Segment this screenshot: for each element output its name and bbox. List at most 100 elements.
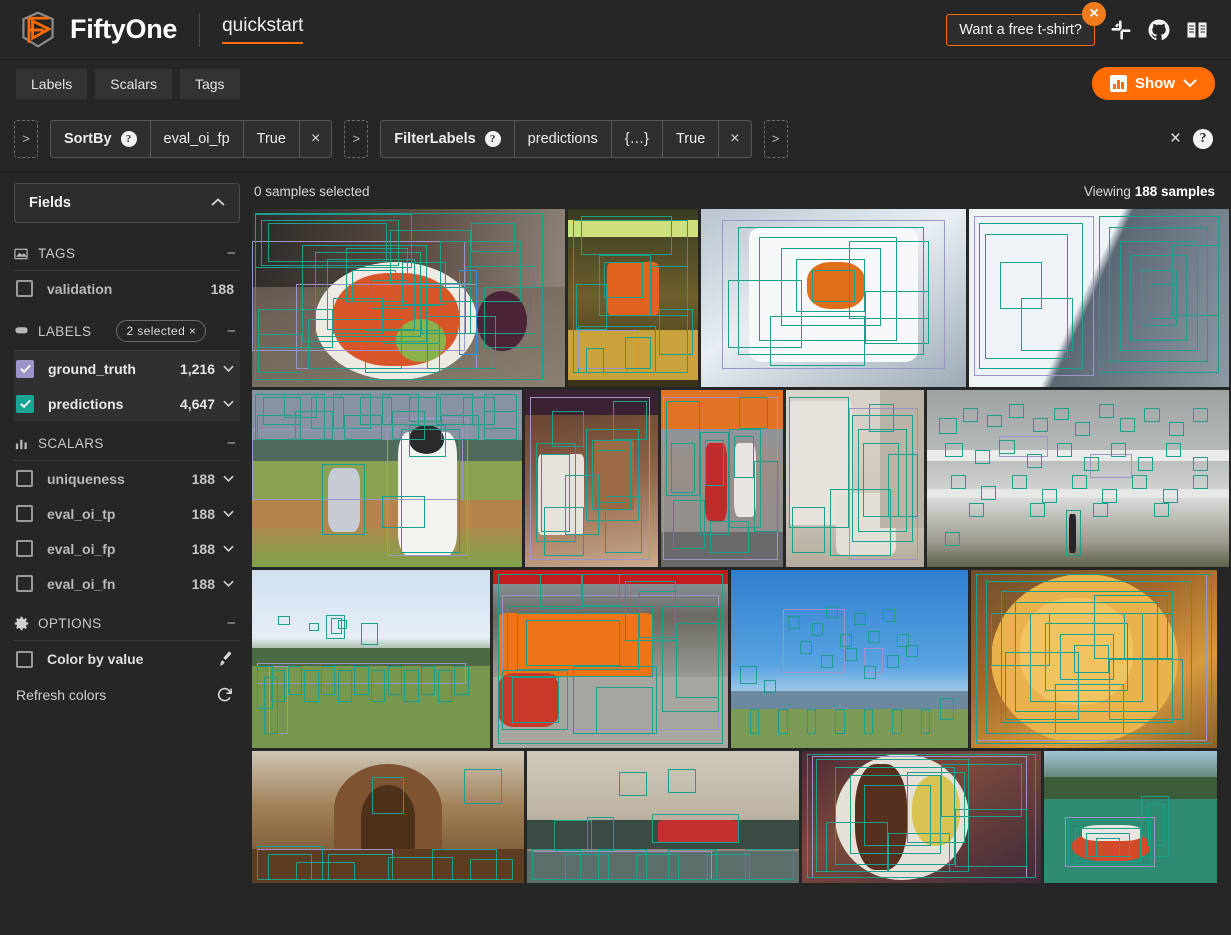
- github-icon[interactable]: [1147, 18, 1171, 42]
- collapse-icon[interactable]: −: [227, 245, 236, 262]
- option-refresh-colors[interactable]: Refresh colors: [14, 677, 240, 713]
- stage-param-only-matches[interactable]: True: [663, 120, 720, 157]
- sidebar-item-eval_oi_fn[interactable]: eval_oi_fn 188: [14, 566, 240, 601]
- sample-tile[interactable]: [252, 570, 490, 748]
- sample-tile[interactable]: [252, 751, 524, 883]
- dataset-name[interactable]: quickstart: [222, 16, 304, 44]
- sidebar-item-label: predictions: [48, 395, 124, 412]
- bar-chart-icon: [1110, 75, 1127, 92]
- sidebar: Fields TAGS − validation 188 LABELS 2 se…: [0, 173, 250, 935]
- stage-delete-icon[interactable]: ×: [719, 121, 750, 157]
- docs-icon[interactable]: [1185, 18, 1209, 42]
- sample-image: [731, 570, 968, 748]
- chevron-down-icon[interactable]: [223, 579, 234, 589]
- add-stage-slot-left[interactable]: >: [14, 119, 38, 158]
- tab-labels[interactable]: Labels: [16, 68, 88, 99]
- stage-param-field[interactable]: eval_oi_fp: [151, 120, 244, 157]
- chevron-down-icon[interactable]: [223, 364, 234, 374]
- refresh-icon[interactable]: [216, 686, 234, 704]
- samples-header: 0 samples selected Viewing 188 samples: [250, 173, 1231, 209]
- view-stage-sortby[interactable]: SortBy ? eval_oi_fp True ×: [50, 119, 333, 158]
- checkbox[interactable]: [16, 505, 33, 522]
- add-stage-slot-middle[interactable]: >: [344, 119, 369, 158]
- sample-tile[interactable]: [661, 390, 783, 567]
- option-label: Refresh colors: [16, 687, 107, 703]
- sample-tile[interactable]: [969, 209, 1229, 387]
- stage-name[interactable]: FilterLabels ?: [381, 120, 515, 157]
- checkbox-checked[interactable]: [16, 394, 34, 413]
- sample-image: [527, 751, 799, 883]
- section-header-options[interactable]: OPTIONS −: [14, 607, 240, 641]
- sample-tile[interactable]: [927, 390, 1229, 567]
- help-icon[interactable]: ?: [484, 130, 501, 147]
- view-stage-filterlabels[interactable]: FilterLabels ? predictions {…} True ×: [380, 119, 752, 158]
- labels-tag-icon: [14, 324, 29, 339]
- option-color-by-value[interactable]: Color by value: [14, 641, 240, 677]
- checkbox[interactable]: [16, 280, 33, 297]
- labels-selected-pill[interactable]: 2 selected ×: [116, 320, 207, 342]
- fields-selector[interactable]: Fields: [14, 183, 240, 223]
- sidebar-item-predictions[interactable]: predictions 4,647: [14, 386, 240, 421]
- chevron-down-icon[interactable]: [223, 399, 234, 409]
- slack-icon[interactable]: [1109, 18, 1133, 42]
- section-title: SCALARS: [38, 436, 104, 451]
- sidebar-item-label: eval_oi_tp: [47, 505, 116, 522]
- section-header-scalars[interactable]: SCALARS −: [14, 427, 240, 461]
- sample-image: [568, 209, 698, 387]
- checkbox[interactable]: [16, 470, 33, 487]
- tab-tags[interactable]: Tags: [179, 68, 240, 99]
- sample-tile[interactable]: [786, 390, 924, 567]
- chevron-down-icon[interactable]: [223, 509, 234, 519]
- viewing-count: Viewing 188 samples: [1084, 184, 1215, 199]
- sidebar-item-validation[interactable]: validation 188: [14, 271, 240, 306]
- fiftyone-logo-icon: [16, 8, 60, 52]
- clear-stages-icon[interactable]: ×: [1170, 129, 1181, 148]
- help-icon[interactable]: ?: [120, 130, 137, 147]
- section-header-labels[interactable]: LABELS 2 selected × −: [14, 312, 240, 351]
- section-header-tags[interactable]: TAGS −: [14, 237, 240, 271]
- collapse-icon[interactable]: −: [227, 615, 236, 632]
- stage-delete-icon[interactable]: ×: [300, 121, 331, 157]
- sample-tile[interactable]: [731, 570, 968, 748]
- sample-image: [701, 209, 966, 387]
- sidebar-item-uniqueness[interactable]: uniqueness 188: [14, 461, 240, 496]
- sample-tile[interactable]: [802, 751, 1041, 883]
- sidebar-item-eval_oi_fp[interactable]: eval_oi_fp 188: [14, 531, 240, 566]
- sample-image: [525, 390, 658, 567]
- free-tshirt-button[interactable]: Want a free t-shirt? ×: [946, 1, 1106, 46]
- paint-brush-icon[interactable]: [216, 650, 234, 668]
- checkbox[interactable]: [16, 650, 33, 668]
- stage-param-reverse[interactable]: True: [244, 120, 300, 157]
- sample-tile[interactable]: [568, 209, 698, 387]
- sample-tile[interactable]: [1044, 751, 1217, 883]
- sample-tile[interactable]: [971, 570, 1217, 748]
- sidebar-item-eval_oi_tp[interactable]: eval_oi_tp 188: [14, 496, 240, 531]
- sample-tile[interactable]: [252, 209, 565, 387]
- tab-scalars[interactable]: Scalars: [95, 68, 172, 99]
- sample-tile[interactable]: [252, 390, 522, 567]
- sample-tile[interactable]: [525, 390, 658, 567]
- sample-image: [252, 209, 565, 387]
- sample-tile[interactable]: [527, 751, 799, 883]
- help-icon[interactable]: ?: [1193, 128, 1213, 149]
- show-button[interactable]: Show: [1092, 67, 1215, 100]
- close-icon[interactable]: ×: [1082, 1, 1106, 26]
- sample-tile[interactable]: [493, 570, 728, 748]
- sidebar-item-label: eval_oi_fp: [47, 540, 116, 557]
- stage-param-field[interactable]: predictions: [515, 120, 612, 157]
- sample-tile[interactable]: [701, 209, 966, 387]
- chevron-down-icon[interactable]: [223, 474, 234, 484]
- collapse-icon[interactable]: −: [227, 323, 236, 340]
- chevron-down-icon[interactable]: [223, 544, 234, 554]
- stage-param-filter[interactable]: {…}: [612, 120, 663, 157]
- section-title: TAGS: [38, 246, 76, 261]
- checkbox[interactable]: [16, 575, 33, 592]
- checkbox[interactable]: [16, 540, 33, 557]
- sample-image: [971, 570, 1217, 748]
- add-stage-slot-right[interactable]: >: [763, 119, 788, 158]
- sidebar-item-ground_truth[interactable]: ground_truth 1,216: [14, 351, 240, 386]
- checkbox-checked[interactable]: [16, 359, 34, 378]
- collapse-icon[interactable]: −: [227, 435, 236, 452]
- stage-name[interactable]: SortBy ?: [51, 120, 151, 157]
- samples-grid[interactable]: [250, 209, 1231, 935]
